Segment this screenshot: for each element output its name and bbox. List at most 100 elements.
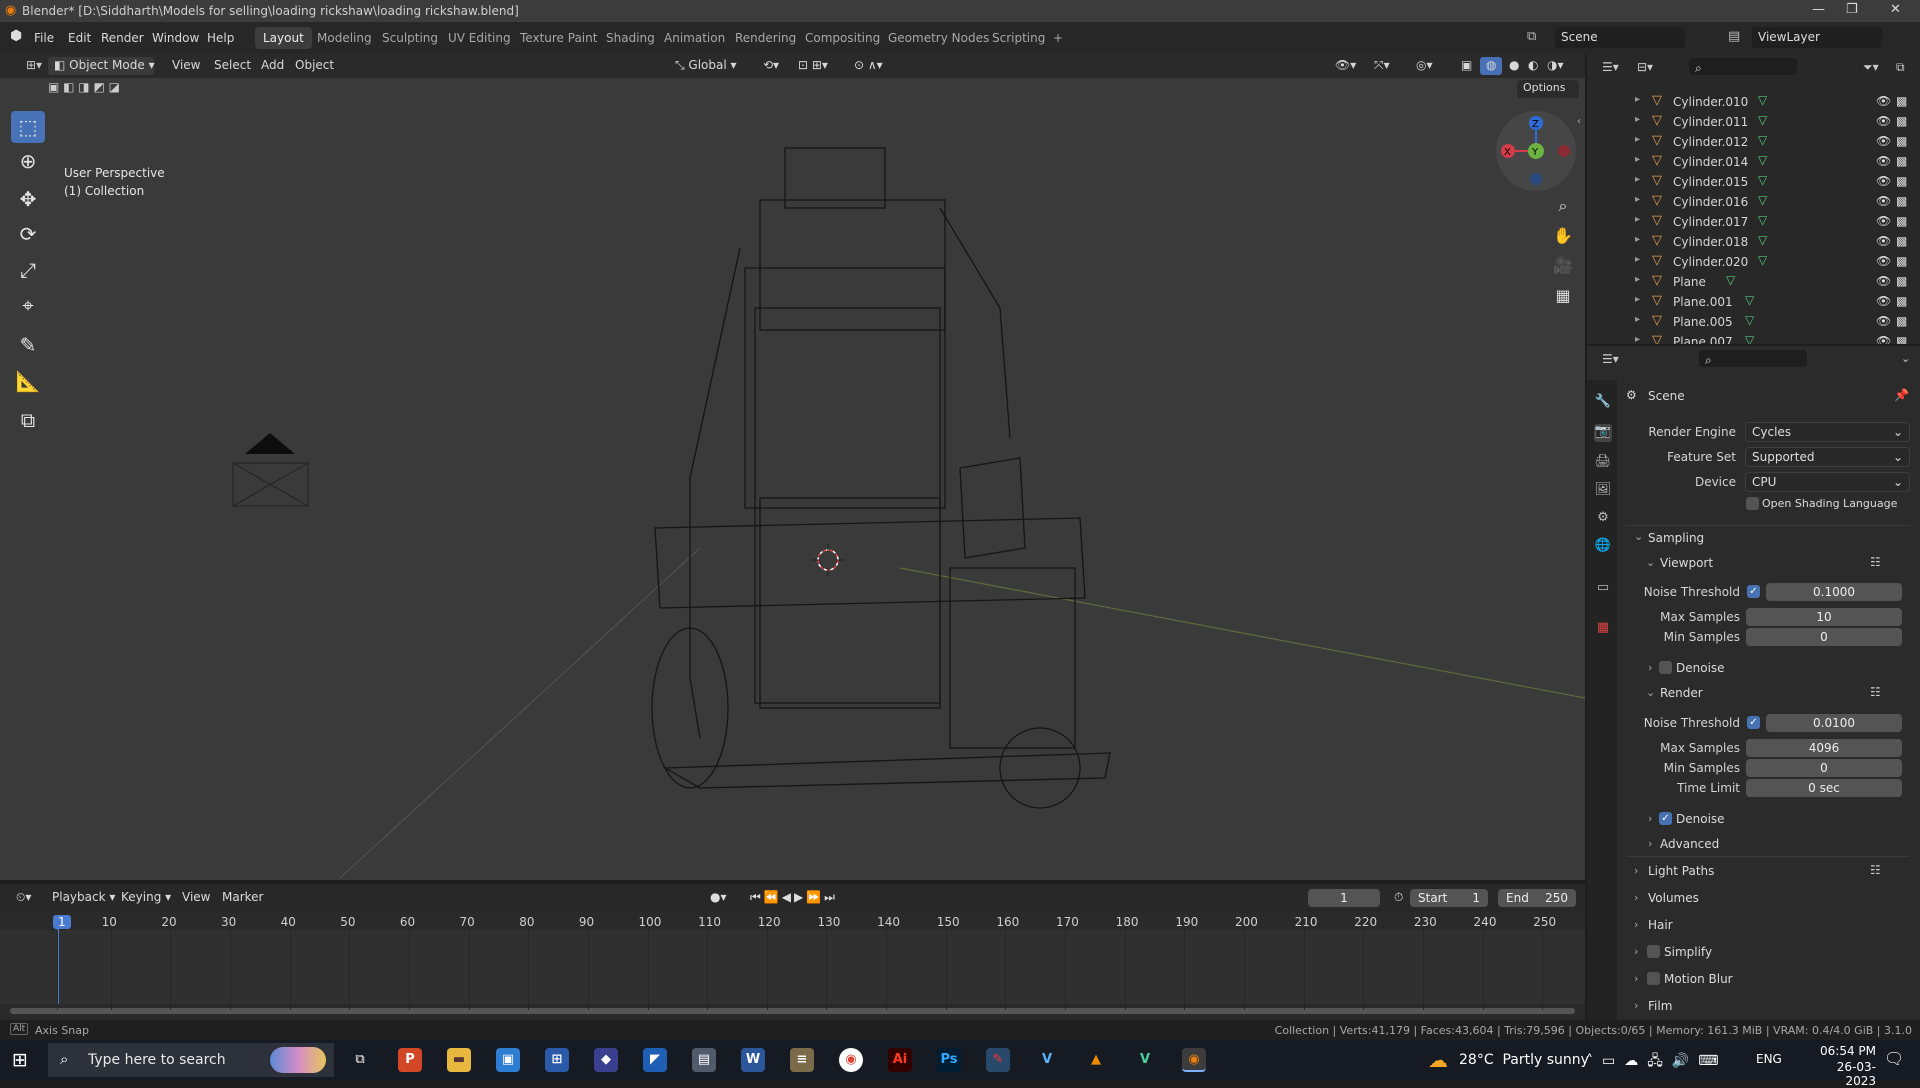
list-item[interactable]: ▸ ▽ Plane.005 ▽ 👁 ▩ (1587, 312, 1920, 332)
sampling-panel-header[interactable]: Sampling (1648, 531, 1704, 545)
r-time-limit-field[interactable]: 0 sec (1746, 779, 1902, 797)
vlc-icon[interactable]: ▲ (1084, 1048, 1108, 1072)
list-item[interactable]: ▸ ▽ Plane ▽ 👁 ▩ (1587, 272, 1920, 292)
world-tab-icon[interactable]: 🌐 (1594, 538, 1612, 556)
cursor-tool-icon[interactable]: ⊕ (11, 145, 45, 177)
tab-rendering[interactable]: Rendering (727, 27, 804, 49)
overlay-toggle-icon[interactable]: ◎▾ (1410, 57, 1439, 75)
clock-date[interactable]: 26-03-2023 (1812, 1060, 1876, 1088)
render-camera-icon[interactable]: ▩ (1896, 294, 1907, 308)
xray-icon[interactable]: ▣ (1455, 57, 1478, 75)
camera-view-icon[interactable]: 🎥 (1549, 252, 1577, 280)
mesh-data-icon[interactable]: ▽ (1758, 113, 1767, 127)
render-camera-icon[interactable]: ▩ (1896, 334, 1907, 344)
new-collection-icon[interactable]: ⧉ (1896, 60, 1905, 75)
list-item[interactable]: ▸ ▽ Cylinder.018 ▽ 👁 ▩ (1587, 232, 1920, 252)
r-denoise-checkbox[interactable]: ✓ (1659, 812, 1672, 825)
light-paths-panel-header[interactable]: Light Paths (1648, 864, 1714, 878)
list-item[interactable]: ▸ ▽ Cylinder.015 ▽ 👁 ▩ (1587, 172, 1920, 192)
tab-compositing[interactable]: Compositing (797, 27, 888, 49)
vp-max-samples-field[interactable]: 10 (1746, 608, 1902, 626)
tab-uv-editing[interactable]: UV Editing (440, 27, 519, 49)
eye-icon[interactable]: 👁 (1876, 314, 1891, 328)
expand-icon[interactable]: ▸ (1635, 314, 1640, 325)
volumes-panel-header[interactable]: Volumes (1648, 891, 1699, 905)
render-camera-icon[interactable]: ▩ (1896, 314, 1907, 328)
blender-taskbar-icon[interactable]: ◉ (1182, 1048, 1206, 1072)
ortho-grid-icon[interactable]: ▦ (1549, 282, 1577, 310)
expand-icon[interactable]: ▸ (1635, 254, 1640, 265)
expand-icon[interactable]: ▸ (1635, 114, 1640, 125)
render-camera-icon[interactable]: ▩ (1896, 234, 1907, 248)
r-denoise-label[interactable]: Denoise (1676, 812, 1725, 826)
output-tab-icon[interactable]: 🖨 (1594, 454, 1612, 472)
view-layer-tab-icon[interactable]: 🖼 (1594, 482, 1612, 500)
list-icon[interactable]: ☷ (1870, 863, 1881, 877)
app-icon[interactable]: ◆ (594, 1048, 618, 1072)
weather-icon[interactable]: ☁ (1428, 1048, 1448, 1072)
playback-controls[interactable]: ⏮⏪◀▶⏩⏭ (744, 889, 844, 907)
notification-icon[interactable]: 🗨 (1884, 1049, 1904, 1068)
list-item[interactable]: ▸ ▽ Cylinder.010 ▽ 👁 ▩ (1587, 92, 1920, 112)
eye-icon[interactable]: 👁 (1876, 334, 1891, 344)
scene-selector[interactable]: Scene (1555, 27, 1685, 48)
menu-render[interactable]: Render (101, 31, 144, 45)
illustrator-icon[interactable]: Ai (888, 1048, 912, 1072)
visibility-icon[interactable]: 👁▾ (1329, 57, 1362, 75)
mesh-data-icon[interactable]: ▽ (1745, 293, 1754, 307)
eye-icon[interactable]: 👁 (1876, 234, 1891, 248)
language-indicator[interactable]: ENG (1756, 1052, 1782, 1066)
tab-animation[interactable]: Animation (656, 27, 733, 49)
blender-menu-icon[interactable]: ⬢ (10, 28, 22, 44)
mesh-data-icon[interactable]: ▽ (1758, 213, 1767, 227)
vp-denoise-label[interactable]: Denoise (1676, 661, 1725, 675)
app-icon[interactable]: V (1133, 1048, 1157, 1072)
list-item[interactable]: ▸ ▽ Cylinder.017 ▽ 👁 ▩ (1587, 212, 1920, 232)
eye-icon[interactable]: 👁 (1876, 154, 1891, 168)
pin-icon[interactable]: 📌 (1894, 388, 1909, 402)
vp-noise-threshold-field[interactable]: 0.1000 (1766, 583, 1902, 601)
render-camera-icon[interactable]: ▩ (1896, 254, 1907, 268)
menu-help[interactable]: Help (207, 31, 234, 45)
menu-add[interactable]: Add (255, 57, 290, 75)
editor-type-icon[interactable]: ⊞▾ (20, 57, 48, 75)
select-mode-buttons[interactable]: ▣ ◧ ◨ ◩ ◪ (48, 80, 140, 98)
expand-icon[interactable]: ▸ (1635, 294, 1640, 305)
expand-icon[interactable]: ▸ (1635, 94, 1640, 105)
display-mode-icon[interactable]: ⊟▾ (1637, 60, 1653, 74)
file-explorer-icon[interactable]: ▬ (447, 1048, 471, 1072)
render-camera-icon[interactable]: ▩ (1896, 194, 1907, 208)
mesh-data-icon[interactable]: ▽ (1758, 193, 1767, 207)
proportional-edit-icon[interactable]: ⊙ ∧▾ (848, 57, 889, 75)
menu-view[interactable]: View (166, 57, 206, 75)
outliner-search[interactable]: ⌕ (1689, 58, 1797, 75)
vp-denoise-checkbox[interactable] (1659, 661, 1672, 674)
eye-icon[interactable]: 👁 (1876, 94, 1891, 108)
list-item[interactable]: ▸ ▽ Cylinder.011 ▽ 👁 ▩ (1587, 112, 1920, 132)
timeline-track-area[interactable] (0, 930, 1585, 1004)
advanced-subpanel-header[interactable]: Advanced (1660, 837, 1719, 851)
sidebar-toggle-icon[interactable]: ‹ (1577, 116, 1581, 127)
render-camera-icon[interactable]: ▩ (1896, 134, 1907, 148)
eye-icon[interactable]: 👁 (1876, 254, 1891, 268)
eye-icon[interactable]: 👁 (1876, 294, 1891, 308)
simplify-panel-header[interactable]: Simplify (1664, 945, 1712, 959)
render-camera-icon[interactable]: ▩ (1896, 274, 1907, 288)
tab-scripting[interactable]: Scripting (984, 27, 1053, 49)
menu-edit[interactable]: Edit (68, 31, 91, 45)
tab-modeling[interactable]: Modeling (309, 27, 380, 49)
expand-icon[interactable]: ▸ (1635, 174, 1640, 185)
render-tab-icon[interactable]: 📷 (1594, 424, 1612, 442)
eye-icon[interactable]: 👁 (1876, 174, 1891, 188)
microsoft-store-icon[interactable]: ⊞ (545, 1048, 569, 1072)
task-view-icon[interactable]: ⧉ (348, 1048, 372, 1072)
menu-marker[interactable]: Marker (216, 889, 269, 907)
wireframe-shading-icon[interactable]: ◍ (1480, 57, 1503, 75)
close-button[interactable]: ✕ (1890, 2, 1901, 17)
tab-layout[interactable]: Layout (255, 27, 312, 49)
filter-icon[interactable]: ⏷▾ (1863, 60, 1879, 75)
tab-geometry-nodes[interactable]: Geometry Nodes (880, 27, 997, 49)
expand-icon[interactable]: ▸ (1635, 134, 1640, 145)
simplify-checkbox[interactable] (1647, 945, 1660, 958)
current-frame-field[interactable]: 1 (1308, 889, 1380, 907)
